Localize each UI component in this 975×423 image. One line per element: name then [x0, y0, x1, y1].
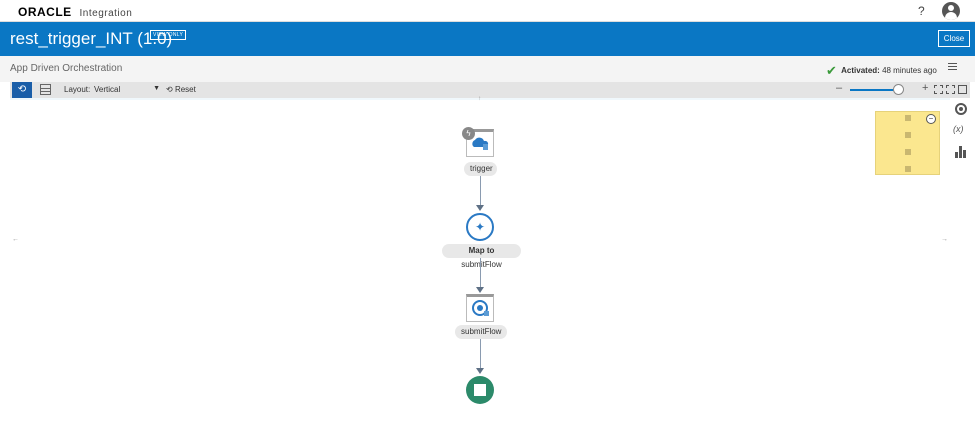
- integration-title: rest_trigger_INT (1.0): [10, 29, 173, 48]
- help-icon[interactable]: ?: [918, 4, 925, 18]
- flow-arrow: [476, 205, 484, 211]
- canvas-toolbar: ⟲ Layout: Vertical ▼ ⟲ Reset – +: [10, 82, 970, 98]
- layout-select[interactable]: Vertical ▼: [94, 85, 160, 94]
- expand-icon[interactable]: [958, 85, 967, 94]
- brand-product: Integration: [79, 8, 133, 19]
- title-bar: rest_trigger_INT (1.0) VIEW ONLY Close: [0, 22, 975, 56]
- reset-icon: ⟲: [166, 85, 173, 94]
- brand-logo: ORACLE Integration: [18, 5, 132, 19]
- trigger-node-label: trigger: [464, 162, 497, 176]
- top-bar: ORACLE Integration ?: [0, 0, 975, 22]
- layout-label: Layout:: [64, 85, 91, 94]
- invoke-node-label: submitFlow: [455, 325, 507, 339]
- minimap-node: [905, 132, 911, 138]
- flow-connector: [480, 258, 481, 288]
- layout-value: Vertical: [94, 85, 121, 94]
- map-label-target: submitFlow: [461, 260, 502, 269]
- scroll-right-indicator[interactable]: →: [941, 236, 948, 243]
- activation-status: ✔ Activated: 48 minutes ago: [826, 63, 937, 79]
- integration-pattern-label: App Driven Orchestration: [10, 63, 123, 74]
- brand-name: ORACLE: [18, 5, 72, 19]
- variables-icon[interactable]: (x): [953, 124, 964, 134]
- reset-button[interactable]: ⟲ Reset: [166, 85, 196, 94]
- scroll-left-indicator[interactable]: ←: [12, 236, 19, 243]
- mapper-icon: ✦: [474, 220, 486, 234]
- minimap-node: [905, 115, 911, 121]
- bar-chart-icon[interactable]: [955, 146, 967, 158]
- hamburger-menu-icon[interactable]: [948, 63, 957, 72]
- trigger-bolt-icon: ϟ: [462, 127, 475, 140]
- fit-screen-icon[interactable]: [934, 85, 943, 94]
- end-node[interactable]: [466, 376, 494, 404]
- table-view-icon[interactable]: [40, 84, 51, 95]
- status-label: Activated:: [841, 66, 880, 75]
- map-node[interactable]: ✦: [466, 213, 494, 241]
- zoom-slider-handle[interactable]: [893, 84, 904, 95]
- minimap-node: [905, 149, 911, 155]
- scroll-up-indicator[interactable]: ↑: [478, 96, 481, 102]
- minimap-collapse-icon[interactable]: −: [926, 114, 936, 124]
- flow-arrow: [476, 287, 484, 293]
- close-button[interactable]: Close: [938, 30, 970, 47]
- user-avatar-icon[interactable]: [942, 2, 960, 20]
- stop-icon: [474, 384, 486, 396]
- zoom-in-button[interactable]: +: [922, 82, 928, 94]
- tracking-icon[interactable]: [955, 103, 967, 115]
- view-only-badge: VIEW ONLY: [150, 30, 187, 40]
- map-label-bold: Map to: [468, 246, 495, 255]
- map-node-label: Map to submitFlow: [442, 244, 521, 269]
- sub-header: App Driven Orchestration ✔ Activated: 48…: [0, 56, 975, 82]
- chevron-down-icon: ▼: [153, 85, 160, 92]
- canvas-view-icon[interactable]: ⟲: [12, 82, 32, 98]
- flow-connector: [480, 176, 481, 206]
- invoke-node[interactable]: [466, 294, 494, 322]
- status-value: 48 minutes ago: [882, 66, 937, 75]
- zoom-out-button[interactable]: –: [836, 82, 842, 94]
- avatar-head: [948, 5, 954, 11]
- avatar-body: [945, 12, 957, 20]
- flow-arrow: [476, 368, 484, 374]
- reset-label: Reset: [174, 85, 196, 94]
- minimap[interactable]: −: [875, 111, 940, 175]
- minimap-node: [905, 166, 911, 172]
- invoke-icon: [472, 300, 489, 316]
- check-icon: ✔: [826, 63, 837, 78]
- actual-size-icon[interactable]: [946, 85, 955, 94]
- flow-connector: [480, 339, 481, 369]
